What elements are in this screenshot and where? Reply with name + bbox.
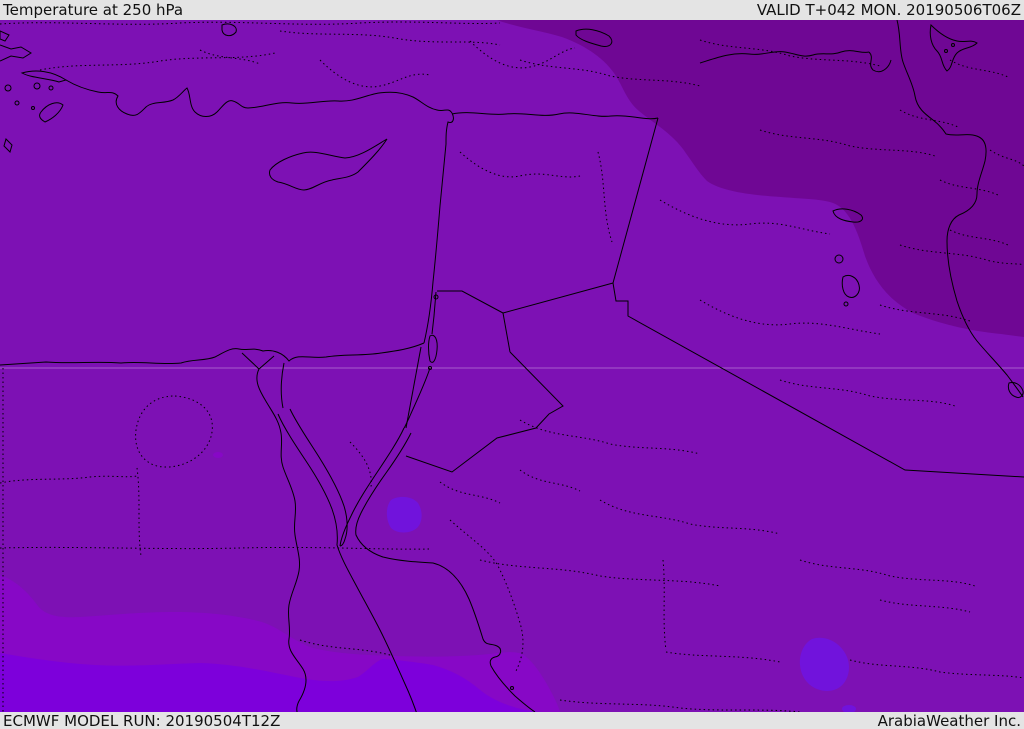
hotspot-south-small: [842, 705, 856, 713]
brand-label: ArabiaWeather Inc.: [878, 712, 1021, 729]
weather-map-app: Temperature at 250 hPa VALID T+042 MON. …: [0, 0, 1024, 729]
weather-map-canvas: Temperature at 250 hPa VALID T+042 MON. …: [0, 0, 1024, 729]
map-title: Temperature at 250 hPa: [2, 1, 183, 19]
model-run-label: ECMWF MODEL RUN: 20190504T12Z: [3, 712, 280, 729]
hotspot-egypt-dot: [213, 452, 223, 458]
hotspot-aqaba: [386, 496, 422, 533]
valid-time-label: VALID T+042 MON. 20190506T06Z: [757, 1, 1021, 19]
